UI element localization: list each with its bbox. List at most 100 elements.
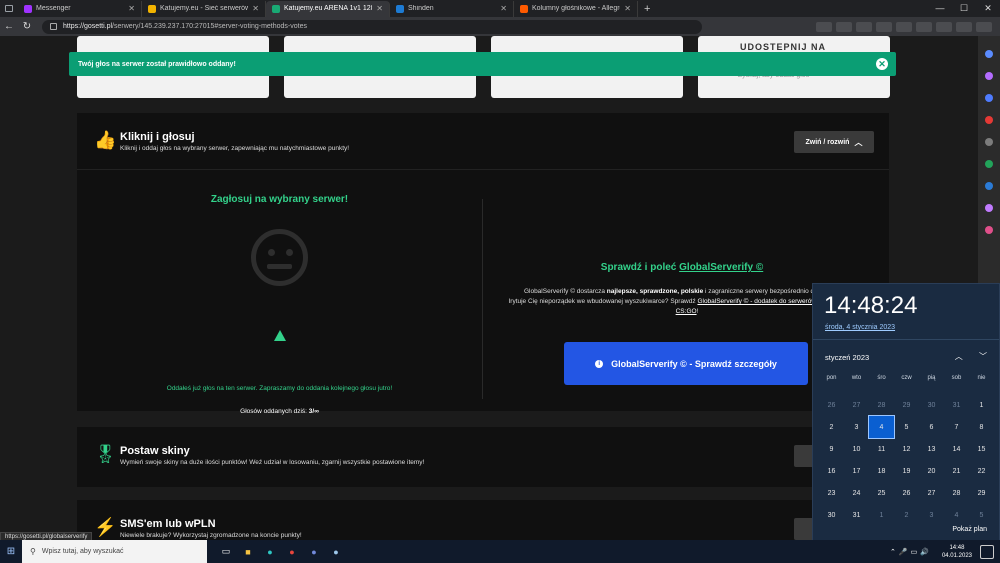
tab-favicon-icon xyxy=(520,4,528,13)
messenger-icon[interactable] xyxy=(985,94,993,102)
chevron-down-icon[interactable]: ﹀ xyxy=(979,352,987,361)
calendar-day[interactable]: 25 xyxy=(869,482,894,504)
tray-icons[interactable]: ⌃🎤▭🔊 xyxy=(890,548,932,556)
calendar-day[interactable]: 26 xyxy=(894,482,919,504)
chevron-up-icon[interactable]: ︿ xyxy=(955,352,963,361)
favorites-icon[interactable] xyxy=(916,21,932,32)
tab-close-icon[interactable]: ✕ xyxy=(252,4,259,13)
back-icon[interactable]: ← xyxy=(0,21,18,32)
collapse-expand-button[interactable]: Zwiń / rozwiń ︿ xyxy=(794,131,874,153)
calendar-day[interactable]: 29 xyxy=(894,394,919,416)
browser-tab[interactable]: Kolumny głośnikowe - Allegro.pl ✕ xyxy=(514,0,638,17)
calendar-day[interactable]: 22 xyxy=(969,460,994,482)
tab-close-icon[interactable]: ✕ xyxy=(376,4,383,13)
collections-icon[interactable] xyxy=(936,21,952,32)
calendar-day[interactable]: 30 xyxy=(819,504,844,526)
calendar-day[interactable]: 31 xyxy=(944,394,969,416)
favorite-star-icon[interactable] xyxy=(836,21,852,32)
calendar-day[interactable]: 23 xyxy=(819,482,844,504)
gs-details-button[interactable]: i GlobalServerify © - Sprawdź szczegóły xyxy=(564,342,808,385)
calendar-day[interactable]: 6 xyxy=(919,416,944,438)
calendar-day[interactable]: 5 xyxy=(894,416,919,438)
calendar-day[interactable]: 4 xyxy=(868,415,895,439)
calendar-day[interactable]: 27 xyxy=(844,394,869,416)
shopping-icon[interactable] xyxy=(985,72,993,80)
notification-icon[interactable] xyxy=(980,544,994,559)
tab-actions-icon[interactable] xyxy=(0,0,18,17)
tools-icon[interactable] xyxy=(985,138,993,146)
read-aloud-icon[interactable] xyxy=(816,21,832,32)
flyout-date-link[interactable]: środa, 4 stycznia 2023 xyxy=(825,324,895,331)
panel-title: Kliknij i głosuj xyxy=(120,131,195,143)
extension-icon[interactable] xyxy=(985,226,993,234)
chrome-icon[interactable]: ● xyxy=(281,540,303,563)
calendar-day[interactable]: 28 xyxy=(869,394,894,416)
browser-tab[interactable]: Shinden ✕ xyxy=(390,0,514,17)
calendar-day[interactable]: 16 xyxy=(819,460,844,482)
games-icon[interactable] xyxy=(985,160,993,168)
calendar-day[interactable]: 13 xyxy=(919,438,944,460)
browser-tab[interactable]: Messenger ✕ xyxy=(18,0,142,17)
maximize-icon[interactable]: ☐ xyxy=(952,3,976,14)
calendar-month[interactable]: styczeń 2023 xyxy=(825,353,869,362)
calendar-day[interactable]: 26 xyxy=(819,394,844,416)
outlook-icon[interactable] xyxy=(985,204,993,212)
calendar-day[interactable]: 27 xyxy=(919,482,944,504)
new-tab-button[interactable]: + xyxy=(638,3,656,15)
calendar-day[interactable]: 28 xyxy=(944,482,969,504)
office-icon[interactable] xyxy=(985,182,993,190)
calendar-day[interactable]: 7 xyxy=(944,416,969,438)
calendar-day[interactable]: 24 xyxy=(844,482,869,504)
extension-icon[interactable] xyxy=(856,21,872,32)
show-plan-button[interactable]: Pokaż plan xyxy=(952,526,987,533)
calendar-day[interactable]: 4 xyxy=(944,504,969,526)
taskbar-clock[interactable]: 14:48 04.01.2023 xyxy=(942,544,972,560)
browser-tab[interactable]: Katujemy.eu - Sieć serwerów CS✕ xyxy=(142,0,266,17)
discord-icon[interactable]: ● xyxy=(303,540,325,563)
calendar-day[interactable]: 21 xyxy=(944,460,969,482)
settings-icon[interactable] xyxy=(896,21,912,32)
calendar-day[interactable]: 9 xyxy=(819,438,844,460)
calendar-day[interactable]: 8 xyxy=(969,416,994,438)
calendar-day[interactable]: 18 xyxy=(869,460,894,482)
calendar-day[interactable]: 12 xyxy=(894,438,919,460)
url-field[interactable]: https://gosetti.pl /serwery/145.239.237.… xyxy=(42,19,702,34)
tab-close-icon[interactable]: ✕ xyxy=(128,4,135,13)
calendar-day[interactable]: 31 xyxy=(844,504,869,526)
extension-icon[interactable] xyxy=(876,21,892,32)
calendar-day[interactable]: 14 xyxy=(944,438,969,460)
edge-icon[interactable]: ● xyxy=(259,540,281,563)
calendar-day[interactable]: 3 xyxy=(844,416,869,438)
file-explorer-icon[interactable]: ■ xyxy=(237,540,259,563)
tab-close-icon[interactable]: ✕ xyxy=(500,4,507,13)
calendar-day[interactable]: 10 xyxy=(844,438,869,460)
search-icon[interactable] xyxy=(985,50,993,58)
calendar-day[interactable]: 19 xyxy=(894,460,919,482)
minimize-icon[interactable]: — xyxy=(928,3,952,14)
youtube-icon[interactable] xyxy=(985,116,993,124)
calendar-day[interactable]: 11 xyxy=(869,438,894,460)
calendar-day[interactable]: 2 xyxy=(819,416,844,438)
gs-heading-link[interactable]: GlobalServerify © xyxy=(679,262,763,273)
tab-close-icon[interactable]: ✕ xyxy=(624,4,631,13)
windows-start-icon[interactable]: ⊞ xyxy=(0,546,22,557)
calendar-day[interactable]: 2 xyxy=(894,504,919,526)
calendar-day[interactable]: 1 xyxy=(869,504,894,526)
close-icon[interactable]: ✕ xyxy=(876,58,888,70)
calendar-day[interactable]: 17 xyxy=(844,460,869,482)
calendar-day[interactable]: 20 xyxy=(919,460,944,482)
browser-tab[interactable]: Katujemy.eu ARENA 1v1 128TR ✕ xyxy=(266,0,390,17)
calendar-day[interactable]: 5 xyxy=(969,504,994,526)
calendar-day[interactable]: 15 xyxy=(969,438,994,460)
calendar-day[interactable]: 29 xyxy=(969,482,994,504)
calendar-day[interactable]: 1 xyxy=(969,394,994,416)
more-menu-icon[interactable] xyxy=(976,21,992,32)
reload-icon[interactable]: ↻ xyxy=(18,21,36,32)
calendar-day[interactable]: 30 xyxy=(919,394,944,416)
close-window-icon[interactable]: ✕ xyxy=(976,3,1000,14)
taskbar-search[interactable]: ⚲ Wpisz tutaj, aby wyszukać xyxy=(22,540,207,563)
task-view-icon[interactable]: ▭ xyxy=(215,540,237,563)
steam-icon[interactable]: ● xyxy=(325,540,347,563)
calendar-day[interactable]: 3 xyxy=(919,504,944,526)
profile-avatar[interactable] xyxy=(956,21,972,32)
